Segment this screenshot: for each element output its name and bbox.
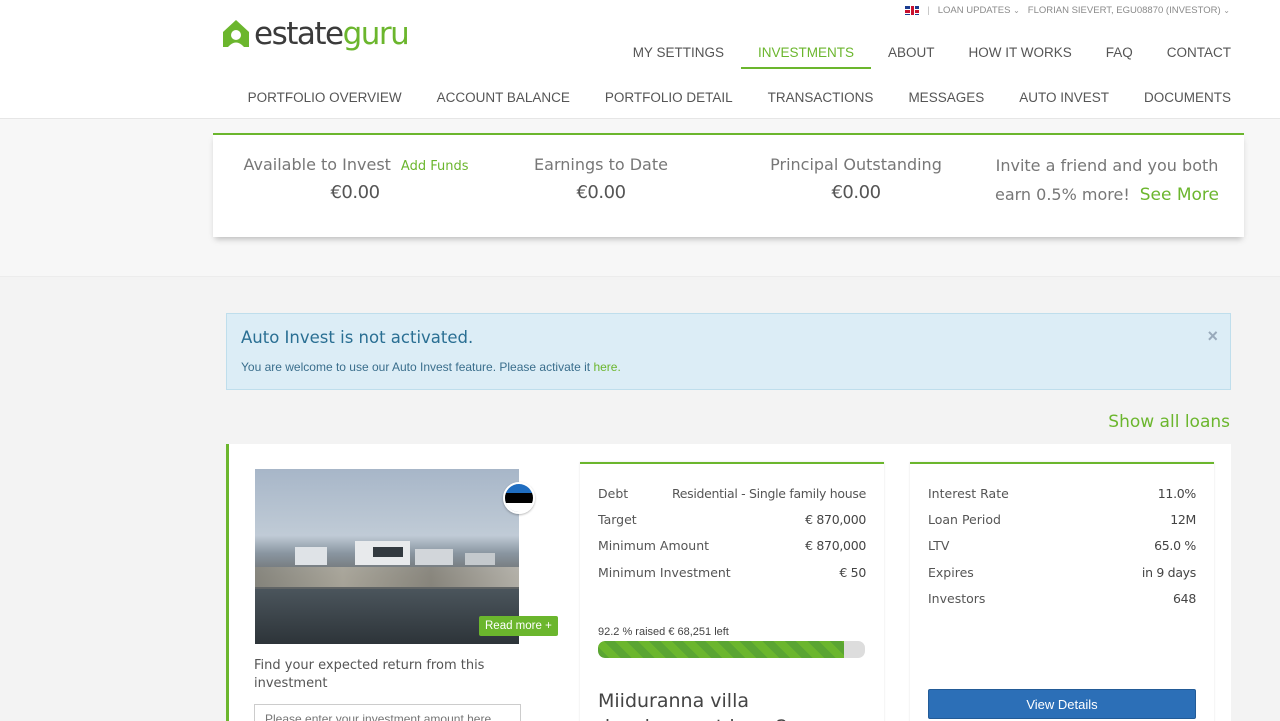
raised-status: 92.2 % raised € 68,251 left [598,626,729,638]
alert-title: Auto Invest is not activated. [241,328,474,347]
nav-about[interactable]: ABOUT [871,43,952,69]
logo-text-estate: estate [254,16,344,52]
subnav-portfolio-detail[interactable]: PORTFOLIO DETAIL [570,90,733,105]
invite-friend-promo: Invite a friend and you both earn 0.5% m… [983,151,1231,210]
read-more-button[interactable]: Read more + [479,616,558,636]
loan-terms-box: Interest Rate 11.0% Loan Period 12M LTV … [910,462,1214,721]
invite-line-2: earn 0.5% more! [994,185,1130,204]
photo-house [465,553,495,565]
site-header: estate guru | LOAN UPDATES ⌄ FLORIAN SIEV… [0,0,1280,119]
invite-line-2-row: earn 0.5% more! See More [983,180,1231,210]
auto-invest-alert: Auto Invest is not activated. You are we… [226,313,1231,390]
expected-return-label: Find your expected return from this inve… [254,658,485,691]
house-logo-icon [223,20,249,47]
nav-contact[interactable]: CONTACT [1150,43,1231,69]
subnav-messages[interactable]: MESSAGES [873,90,984,105]
available-value: €0.00 [330,182,380,203]
nav-my-settings[interactable]: MY SETTINGS [616,43,741,69]
close-icon[interactable]: × [1207,326,1218,347]
sub-navigation: PORTFOLIO OVERVIEW ACCOUNT BALANCE PORTF… [213,90,1231,105]
uk-flag-icon[interactable] [905,5,920,15]
subnav-auto-invest[interactable]: AUTO INVEST [984,90,1109,105]
photo-house [295,547,327,565]
term-row-interest-rate: Interest Rate 11.0% [928,486,1196,506]
loan-card: Read more + Find your expected return fr… [226,444,1231,721]
chevron-down-icon: ⌄ [1013,5,1020,15]
activate-auto-invest-link[interactable]: here. [593,360,620,374]
detail-row-minimum-amount: Minimum Amount € 870,000 [598,538,866,558]
subnav-transactions[interactable]: TRANSACTIONS [733,90,874,105]
term-label: Interest Rate [928,486,1009,501]
term-label: LTV [928,538,950,553]
estonia-flag-icon [503,482,535,514]
alert-body-row: You are welcome to use our Auto Invest f… [241,360,1216,374]
account-summary-card: Available to Invest Add Funds €0.00 Earni… [213,133,1244,237]
term-row-ltv: LTV 65.0 % [928,538,1196,558]
photo-shoreline [255,567,519,587]
term-row-expires: Expires in 9 days [928,565,1196,585]
photo-house [415,549,453,565]
investment-amount-input[interactable] [254,704,521,721]
photo-window [373,547,403,557]
user-menu[interactable]: FLORIAN SIEVERT, EGU08870 (INVESTOR) ⌄ [1028,5,1230,16]
user-name-label: FLORIAN SIEVERT, EGU08870 (INVESTOR) [1027,4,1221,16]
subnav-documents[interactable]: DOCUMENTS [1109,90,1231,105]
add-funds-link[interactable]: Add Funds [401,159,469,174]
loan-details-box: Debt Residential - Single family house T… [580,462,884,721]
principal-outstanding: Principal Outstanding €0.00 [753,155,959,203]
alert-body: You are welcome to use our Auto Invest f… [241,360,591,374]
earnings-label: Earnings to Date [534,155,668,174]
chevron-down-icon: ⌄ [1223,5,1230,15]
top-utility-bar: | LOAN UPDATES ⌄ FLORIAN SIEVERT, EGU088… [905,4,1230,16]
principal-label: Principal Outstanding [770,155,942,174]
term-value: 648 [1173,591,1196,606]
loan-updates-label: LOAN UPDATES [937,4,1011,16]
nav-how-it-works[interactable]: HOW IT WORKS [951,43,1088,69]
detail-value: € 870,000 [805,538,866,553]
term-value: in 9 days [1141,565,1196,580]
nav-faq[interactable]: FAQ [1089,43,1150,69]
term-label: Expires [928,565,974,580]
term-value: 65.0 % [1154,538,1196,553]
detail-label: Debt [598,486,629,501]
show-all-loans-link[interactable]: Show all loans [1108,412,1230,432]
detail-label: Minimum Investment [598,565,731,580]
loan-title[interactable]: Miiduranna villa development loan 2 [598,688,868,721]
available-to-invest: Available to Invest Add Funds €0.00 [232,155,480,203]
funding-progress-fill [598,641,845,658]
view-details-button[interactable]: View Details [928,689,1196,719]
subnav-portfolio-overview[interactable]: PORTFOLIO OVERVIEW [213,90,402,105]
term-label: Loan Period [928,512,1001,527]
main-navigation: MY SETTINGS INVESTMENTS ABOUT HOW IT WOR… [616,43,1231,69]
earnings-to-date: Earnings to Date €0.00 [501,155,701,203]
term-row-loan-period: Loan Period 12M [928,512,1196,532]
available-label: Available to Invest [243,155,391,174]
see-more-link[interactable]: See More [1140,185,1219,205]
topbar-separator: | [927,4,930,16]
earnings-value: €0.00 [576,182,626,203]
principal-value: €0.00 [831,182,881,203]
nav-investments[interactable]: INVESTMENTS [740,43,871,69]
term-row-investors: Investors 648 [928,591,1196,611]
detail-value: € 870,000 [805,512,866,527]
detail-row-target: Target € 870,000 [598,512,866,532]
available-label-row: Available to Invest Add Funds [232,155,480,174]
term-label: Investors [928,591,986,606]
detail-row-minimum-investment: Minimum Investment € 50 [598,565,866,585]
stats-band: Available to Invest Add Funds €0.00 Earni… [0,119,1280,277]
funding-progress-bar [598,641,865,658]
detail-row-debt: Debt Residential - Single family house [598,486,866,506]
estateguru-logo[interactable]: estate guru [222,14,410,54]
detail-value: Residential - Single family house [671,486,866,501]
subnav-account-balance[interactable]: ACCOUNT BALANCE [402,90,570,105]
term-value: 12M [1170,512,1196,527]
logo-text-guru: guru [342,16,410,52]
loan-updates-menu[interactable]: LOAN UPDATES ⌄ [938,5,1020,16]
term-value: 11.0% [1157,486,1197,501]
detail-value: € 50 [839,565,866,580]
detail-label: Target [598,512,637,527]
invite-line-1: Invite a friend and you both [995,156,1219,175]
detail-label: Minimum Amount [598,538,710,553]
